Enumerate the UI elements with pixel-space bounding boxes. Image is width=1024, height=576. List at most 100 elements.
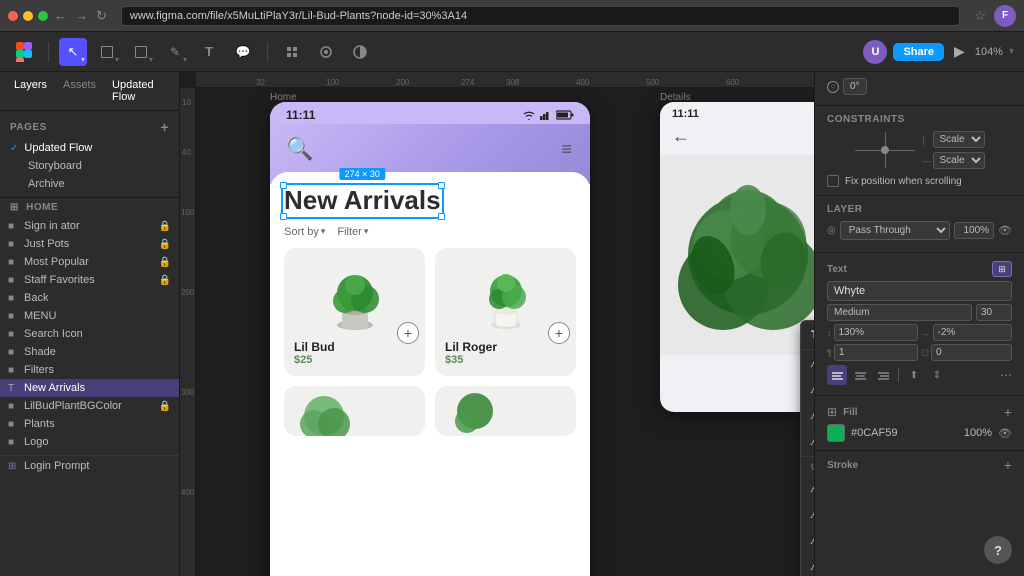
- constraint-v-select[interactable]: Scale: [933, 131, 985, 148]
- constraint-v-row: | Scale: [923, 131, 985, 148]
- rotation-value[interactable]: 0°: [843, 78, 867, 95]
- layer-search-icon[interactable]: ■ Search Icon: [0, 325, 179, 343]
- comment-tool[interactable]: 💬: [229, 38, 257, 66]
- pages-label: Pages: [10, 122, 47, 133]
- shape-tool[interactable]: ▾: [127, 38, 155, 66]
- rotation-row: ○ 0°: [827, 78, 1012, 95]
- opacity-input[interactable]: [954, 222, 994, 239]
- paragraph-section: ¶ 1: [827, 344, 918, 361]
- pen-tool[interactable]: ✎ ▾: [161, 38, 189, 66]
- font-size-field[interactable]: 30: [976, 304, 1012, 321]
- paragraph-spacing-field[interactable]: 1: [834, 344, 918, 361]
- layer-login-prompt[interactable]: ⊞ Login Prompt: [0, 455, 179, 475]
- layer-staff-favorites[interactable]: ■ Staff Favorites 🔒: [0, 271, 179, 289]
- layer-bg-color[interactable]: ■ LilBudPlantBGColor 🔒: [0, 397, 179, 415]
- layer-just-pots[interactable]: ■ Just Pots 🔒: [0, 235, 179, 253]
- back-arrow-icon[interactable]: ←: [672, 126, 690, 146]
- layer-back[interactable]: ■ Back: [0, 289, 179, 307]
- paragraph-icon: ¶: [827, 348, 832, 358]
- star-icon[interactable]: ☆: [974, 8, 986, 24]
- fill-color-swatch[interactable]: [827, 424, 845, 442]
- fill-opacity-value[interactable]: 100%: [964, 427, 992, 439]
- style-item-ui12[interactable]: Ag Pos – UI 12: [801, 553, 814, 576]
- plugins-icon[interactable]: [312, 38, 340, 66]
- plant-image-lil-bud: [294, 258, 415, 338]
- play-button[interactable]: ▶: [954, 43, 965, 60]
- detail-plant-image: [660, 155, 814, 355]
- letter-spacing-field[interactable]: -2%: [933, 324, 1013, 341]
- layer-menu[interactable]: ■ MENU: [0, 307, 179, 325]
- layer-sign-in[interactable]: ■ Sign in ator 🔒: [0, 217, 179, 235]
- style-item-ui11[interactable]: Ag Pos – UI 11: [801, 475, 814, 501]
- add-to-cart-lil-roger[interactable]: +: [548, 322, 570, 344]
- align-left-button[interactable]: [827, 365, 847, 385]
- figma-logo[interactable]: [10, 38, 38, 66]
- fill-eye-icon[interactable]: 👁: [998, 427, 1012, 440]
- valign-middle-button[interactable]: ⇕: [927, 365, 947, 385]
- add-stroke-button[interactable]: +: [1004, 457, 1012, 473]
- constraints-section: Constraints | Scale — Scale: [815, 106, 1024, 196]
- fill-hex-value[interactable]: #0CAF59: [851, 427, 958, 439]
- menu-icon-mobile[interactable]: ≡: [561, 139, 574, 160]
- select-tool[interactable]: ↖ ▾: [59, 38, 87, 66]
- letter-spacing-icon: ↔: [922, 328, 931, 338]
- eye-icon[interactable]: 👁: [998, 224, 1012, 237]
- align-center-button[interactable]: [850, 365, 870, 385]
- layer-shade[interactable]: ■ Shade: [0, 343, 179, 361]
- add-to-cart-lil-bud[interactable]: +: [397, 322, 419, 344]
- more-text-options[interactable]: ⋯: [1000, 368, 1012, 382]
- zoom-chevron[interactable]: ▾: [1009, 46, 1014, 57]
- mode-icon[interactable]: [346, 38, 374, 66]
- sort-chevron-icon: ▾: [321, 226, 326, 237]
- layer-section: Layer ◎ Pass Through 👁: [815, 196, 1024, 253]
- text-style-toggle[interactable]: ⊞: [992, 261, 1012, 277]
- layer-most-popular[interactable]: ■ Most Popular 🔒: [0, 253, 179, 271]
- style-item-ui11-bold[interactable]: Ag Pos – UI 11 Bold: [801, 527, 814, 553]
- constraint-h-select[interactable]: Scale: [933, 152, 985, 169]
- components-icon[interactable]: [278, 38, 306, 66]
- valign-top-button[interactable]: ⬆: [904, 365, 924, 385]
- fill-expand-icon[interactable]: ⊞: [827, 405, 837, 419]
- page-archive[interactable]: Archive: [0, 175, 179, 193]
- line-height-icon: ↕: [827, 328, 832, 338]
- updated-flow-tab[interactable]: Updated Flow: [106, 76, 171, 106]
- style-item-ui11-medium[interactable]: Ag Pos – UI 11 Medium: [801, 501, 814, 527]
- share-button[interactable]: Share: [893, 43, 944, 61]
- sort-by-button[interactable]: Sort by ▾: [284, 226, 325, 238]
- text-properties-section: Text ⊞ Whyte Medium 30 ↕ 130%: [815, 253, 1024, 396]
- page-storyboard[interactable]: Storyboard: [0, 157, 179, 175]
- blend-mode-select[interactable]: Pass Through: [840, 221, 950, 240]
- ruler-horizontal: 32 100 200 274 308 400 500 600 700 800: [196, 72, 814, 88]
- add-page-button[interactable]: +: [160, 119, 169, 135]
- layer-logo[interactable]: ■ Logo: [0, 433, 179, 451]
- help-button[interactable]: ?: [984, 536, 1012, 564]
- font-weight-field[interactable]: Medium: [827, 304, 972, 321]
- align-right-button[interactable]: [873, 365, 893, 385]
- baseline-field[interactable]: 0: [931, 344, 1012, 361]
- page-updated-flow[interactable]: ✓ Updated Flow: [0, 139, 179, 157]
- assets-tab[interactable]: Assets: [57, 76, 102, 106]
- fix-position-checkbox[interactable]: [827, 175, 839, 187]
- layers-tab[interactable]: Layers: [8, 76, 53, 106]
- layer-plants[interactable]: ■ Plants: [0, 415, 179, 433]
- style-item-small-text[interactable]: Ag Mobile - Small Text: [801, 376, 814, 402]
- layer-filters[interactable]: ■ Filters: [0, 361, 179, 379]
- text-align-row: ⬆ ⇕ ⋯: [827, 365, 1012, 385]
- fill-header: ⊞ Fill +: [827, 404, 1012, 420]
- left-sidebar: Layers Assets Updated Flow Pages + ✓ Upd…: [0, 72, 180, 576]
- home-section-label: ⊞ Home: [10, 202, 58, 213]
- style-item-body-links[interactable]: Ag Mobile - Body Links: [801, 428, 814, 454]
- url-bar[interactable]: www.figma.com/file/x5MuLtiPlaY3r/Lil-Bud…: [121, 6, 960, 26]
- add-fill-button[interactable]: +: [1004, 404, 1012, 420]
- product-grid: + Lil Bud $25: [284, 248, 576, 436]
- font-name-field[interactable]: Whyte: [827, 281, 1012, 301]
- search-icon-mobile[interactable]: 🔍: [286, 136, 313, 162]
- line-height-field[interactable]: 130%: [834, 324, 918, 341]
- style-item-body[interactable]: Ag Mobile - Body: [801, 402, 814, 428]
- rotation-icon: ○: [827, 81, 839, 93]
- style-item-mobile-header[interactable]: Ag Mobile - Header: [801, 350, 814, 376]
- filter-button[interactable]: Filter ▾: [337, 226, 368, 238]
- frame-tool[interactable]: ▾: [93, 38, 121, 66]
- layer-new-arrivals[interactable]: T New Arrivals: [0, 379, 179, 397]
- text-tool[interactable]: T: [195, 38, 223, 66]
